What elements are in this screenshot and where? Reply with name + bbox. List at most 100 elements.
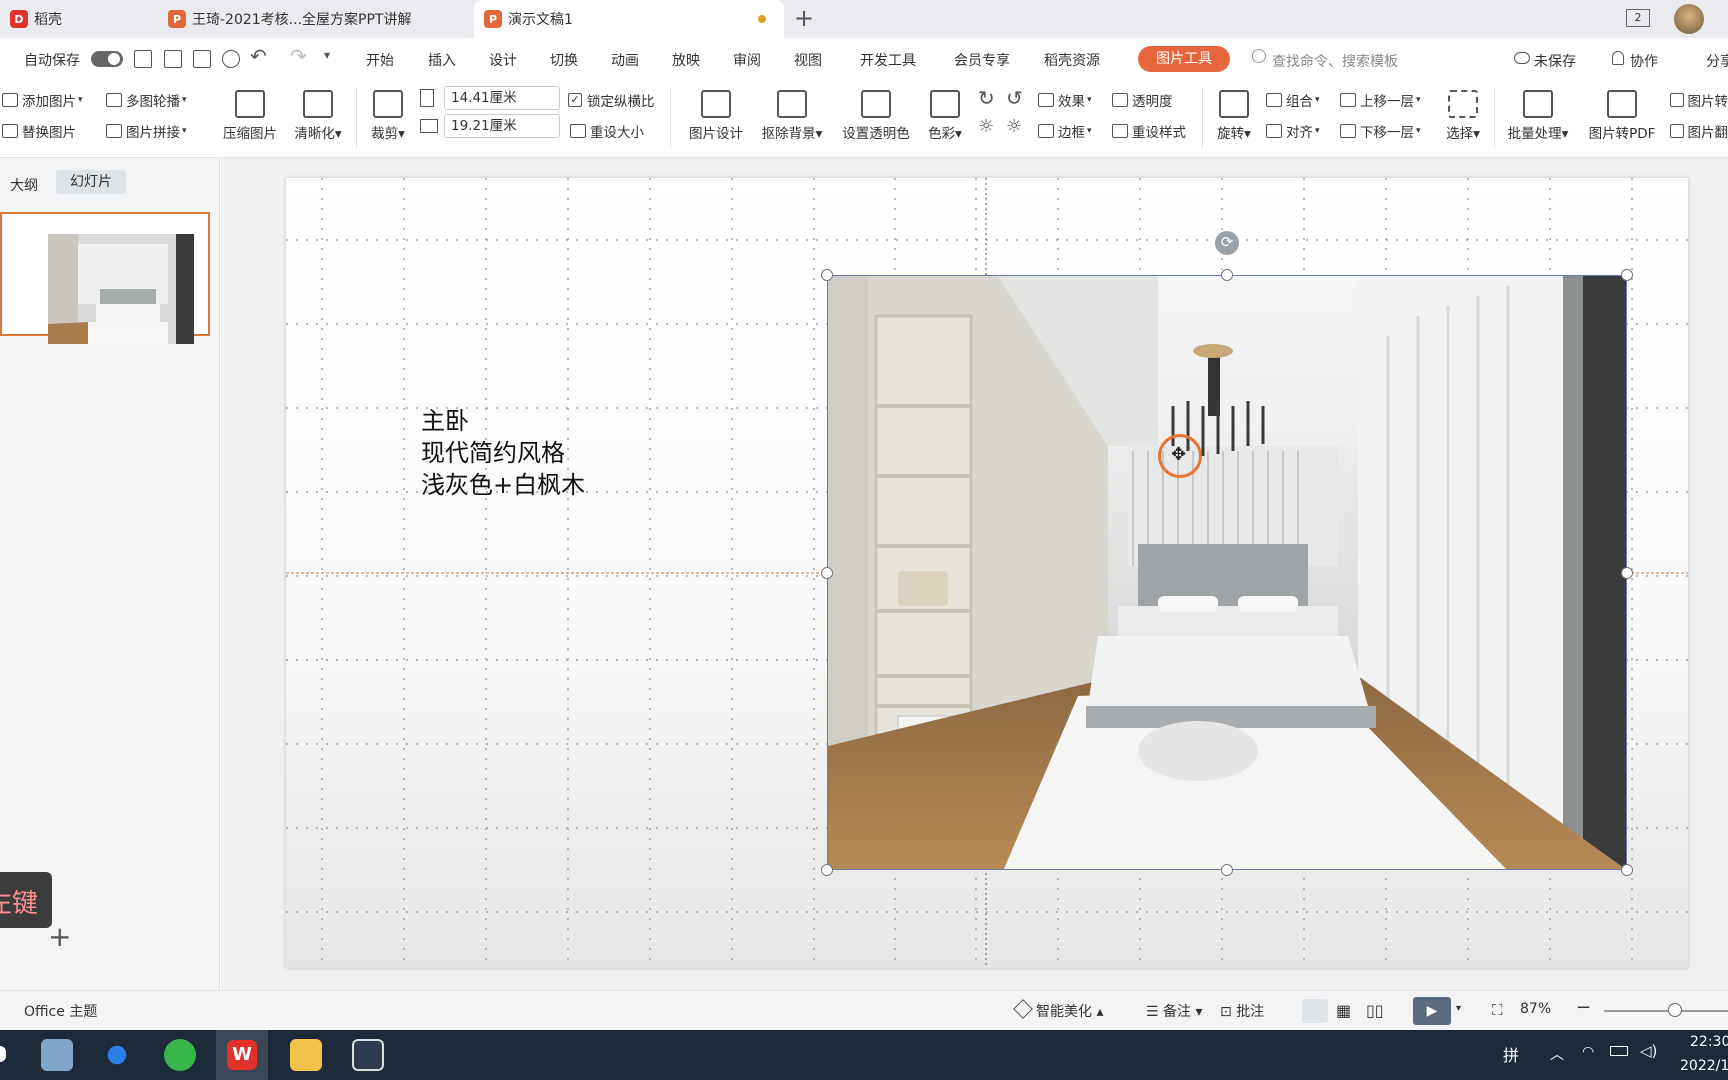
tab-outline[interactable]: 大纲: [10, 175, 38, 195]
select-button[interactable]: 选择▾: [1440, 90, 1486, 142]
menu-view[interactable]: 视图: [794, 50, 822, 70]
autosave-toggle[interactable]: [91, 51, 123, 67]
image-height-input[interactable]: 19.21厘米: [444, 114, 560, 138]
menu-member[interactable]: 会员专享: [954, 50, 1010, 70]
fit-window-icon[interactable]: ⛶: [1492, 1001, 1503, 1019]
remove-background-button[interactable]: 抠除背景▾: [756, 90, 828, 142]
tab-slides[interactable]: 幻灯片: [56, 170, 126, 194]
collab-button[interactable]: 协作: [1612, 51, 1658, 71]
volume-icon[interactable]: ◁): [1640, 1042, 1657, 1060]
resize-handle-n[interactable]: [1221, 269, 1233, 281]
menu-start[interactable]: 开始: [366, 50, 394, 70]
redo-icon[interactable]: ↷: [290, 44, 307, 68]
zoom-level[interactable]: 87%: [1520, 1001, 1551, 1017]
share-button[interactable]: 分享: [1706, 51, 1728, 71]
avatar[interactable]: [1674, 4, 1704, 34]
wps-icon[interactable]: W: [227, 1040, 257, 1070]
menu-animation[interactable]: 动画: [611, 50, 639, 70]
transparency-button[interactable]: 透明度: [1112, 90, 1173, 110]
more-chevron-icon[interactable]: ▾: [324, 48, 330, 62]
effects-button[interactable]: 效果 ▾: [1038, 90, 1092, 110]
brightness-up-icon[interactable]: ☼: [978, 116, 994, 137]
export-icon[interactable]: [164, 50, 182, 68]
brightness-down-icon[interactable]: ☼: [1006, 116, 1022, 137]
resize-handle-e[interactable]: [1621, 567, 1633, 579]
replace-image-button[interactable]: 替换图片: [2, 121, 76, 141]
reading-view-icon[interactable]: ▯▯: [1366, 1001, 1384, 1020]
wifi-icon[interactable]: ◠: [1582, 1044, 1594, 1060]
image-to-text-button[interactable]: 图片转: [1670, 90, 1728, 110]
resize-handle-sw[interactable]: [821, 864, 833, 876]
menu-picture-tools[interactable]: 图片工具: [1138, 46, 1230, 72]
play-dropdown-icon[interactable]: ▾: [1456, 1003, 1461, 1014]
send-backward-button[interactable]: 下移一层 ▾: [1340, 121, 1421, 141]
compress-image-button[interactable]: 压缩图片: [218, 90, 282, 142]
menu-review[interactable]: 审阅: [733, 50, 761, 70]
menu-insert[interactable]: 插入: [428, 50, 456, 70]
play-slideshow-button[interactable]: ▶: [1413, 997, 1451, 1025]
resize-handle-se[interactable]: [1621, 864, 1633, 876]
tray-chevron-icon[interactable]: ︿: [1550, 1044, 1564, 1064]
slide-sorter-icon[interactable]: ▦: [1336, 1001, 1351, 1020]
notes-button[interactable]: ☰ 备注 ▾: [1146, 1001, 1203, 1021]
add-slide-button[interactable]: +: [48, 920, 71, 953]
add-image-button[interactable]: 添加图片 ▾: [2, 90, 83, 110]
rotate-button[interactable]: 旋转▾: [1212, 90, 1256, 142]
undo-icon[interactable]: ↶: [250, 44, 267, 68]
tab-docer[interactable]: D 稻壳: [0, 0, 152, 38]
slide-thumbnail[interactable]: [0, 212, 210, 344]
group-button[interactable]: 组合 ▾: [1266, 90, 1320, 110]
preview-icon[interactable]: [222, 50, 240, 68]
rotate-left-icon[interactable]: ↻: [978, 86, 995, 110]
unsaved-button[interactable]: 未保存: [1514, 51, 1576, 71]
lock-ratio-checkbox[interactable]: ✓ 锁定纵横比: [568, 90, 655, 110]
ime-indicator[interactable]: 拼: [1503, 1042, 1519, 1066]
crop-button[interactable]: 裁剪▾: [364, 90, 412, 142]
sharpen-button[interactable]: 清晰化▾: [288, 90, 348, 142]
battery-icon[interactable]: [1610, 1046, 1628, 1056]
resize-handle-w[interactable]: [821, 567, 833, 579]
comment-button[interactable]: ⊡ 批注: [1220, 1001, 1264, 1021]
reset-style-button[interactable]: 重设样式: [1112, 121, 1186, 141]
zoom-slider[interactable]: [1604, 1010, 1728, 1012]
image-stitch-button[interactable]: 图片拼接 ▾: [106, 121, 187, 141]
image-translate-button[interactable]: 图片翻: [1670, 121, 1728, 141]
command-search-input[interactable]: 查找命令、搜索模板: [1272, 51, 1398, 71]
image-to-pdf-button[interactable]: 图片转PDF: [1582, 90, 1662, 142]
slide-text-box[interactable]: 主卧 现代简约风格 浅灰色+白枫木: [421, 405, 585, 501]
window-count-badge[interactable]: 2: [1626, 9, 1650, 27]
print-icon[interactable]: [193, 50, 211, 68]
reset-size-button[interactable]: 重设大小: [570, 121, 644, 141]
resize-handle-ne[interactable]: [1621, 269, 1633, 281]
image-width-input[interactable]: 14.41厘米: [444, 86, 560, 110]
multi-carousel-button[interactable]: 多图轮播 ▾: [106, 90, 187, 110]
align-button[interactable]: 对齐 ▾: [1266, 121, 1320, 141]
menu-developer[interactable]: 开发工具: [860, 50, 916, 70]
resize-handle-s[interactable]: [1221, 864, 1233, 876]
calculator-icon[interactable]: [41, 1039, 73, 1071]
bring-forward-button[interactable]: 上移一层 ▾: [1340, 90, 1421, 110]
video-app-icon[interactable]: [352, 1039, 384, 1071]
batch-process-button[interactable]: 批量处理▾: [1502, 90, 1574, 142]
set-transparent-color-button[interactable]: 设置透明色: [838, 90, 914, 142]
zoom-slider-thumb[interactable]: [1668, 1003, 1682, 1017]
tab-presentation1[interactable]: P 演示文稿1: [474, 0, 784, 38]
file-explorer-icon[interactable]: [290, 1039, 322, 1071]
rotate-right-icon[interactable]: ↺: [1006, 86, 1023, 110]
slide[interactable]: 主卧 现代简约风格 浅灰色+白枫木 ⟳ ✥: [286, 178, 1688, 968]
new-tab-button[interactable]: +: [794, 4, 814, 32]
color-button[interactable]: 色彩▾: [922, 90, 968, 142]
wechat-icon[interactable]: [164, 1039, 196, 1071]
smart-beautify-button[interactable]: 智能美化 ▴: [1013, 999, 1103, 1021]
menu-transition[interactable]: 切换: [550, 50, 578, 70]
menu-slideshow[interactable]: 放映: [672, 50, 700, 70]
menu-design[interactable]: 设计: [489, 50, 517, 70]
tab-ppt-presentation[interactable]: P 王琦-2021考核...全屋方案PPT讲解: [158, 0, 468, 38]
menu-docer-resources[interactable]: 稻壳资源: [1044, 50, 1100, 70]
image-design-button[interactable]: 图片设计: [684, 90, 748, 142]
zoom-out-button[interactable]: −: [1576, 997, 1591, 1018]
normal-view-button[interactable]: [1302, 999, 1328, 1023]
border-button[interactable]: 边框 ▾: [1038, 121, 1092, 141]
search-app-icon[interactable]: [101, 1039, 133, 1071]
resize-handle-nw[interactable]: [821, 269, 833, 281]
